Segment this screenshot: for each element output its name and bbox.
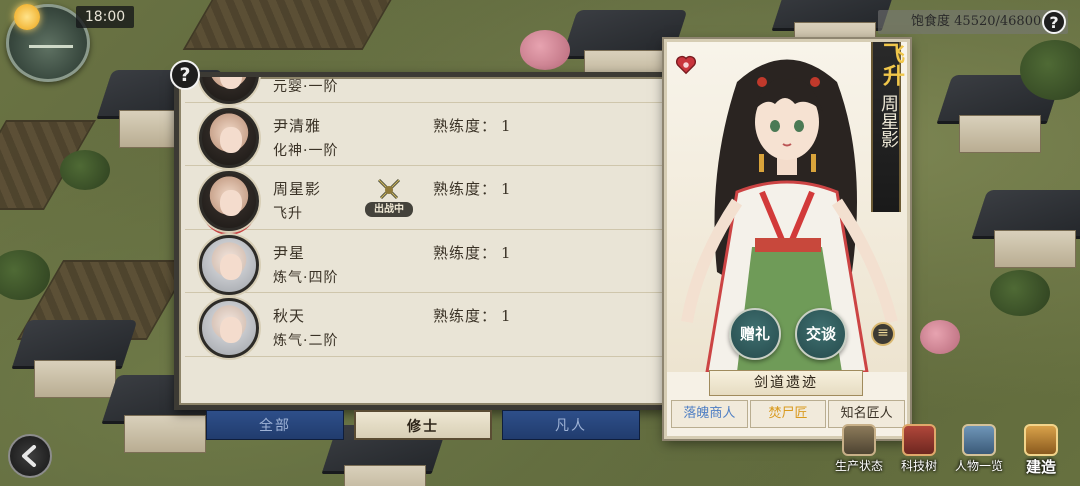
- proficiency: 熟练度： 1: [433, 115, 512, 136]
- in-battle-label: 出战中: [365, 202, 413, 217]
- nav-label: 科技树: [900, 459, 937, 473]
- nav-tech-tree[interactable]: 科技树: [892, 424, 946, 476]
- tree: [60, 150, 110, 190]
- member-row[interactable]: 周星影飞升 出战中 熟练度： 1: [185, 166, 666, 231]
- member-rank: 炼气·二阶: [273, 333, 339, 349]
- member-row[interactable]: 尹星炼气·四阶 熟练度： 1: [185, 230, 666, 295]
- gift-button[interactable]: 赠礼: [729, 308, 781, 360]
- proficiency: 熟练度： 1: [433, 178, 512, 199]
- proficiency: 熟练度： 1: [433, 305, 512, 326]
- tree: [990, 270, 1050, 316]
- dial-needle: [29, 45, 73, 48]
- realm-title: 飞升: [879, 42, 905, 86]
- game-time: 18:00: [76, 6, 134, 28]
- proficiency-label: 熟练度：: [433, 243, 498, 262]
- avatar: [199, 298, 259, 358]
- avatar: [199, 171, 259, 231]
- proficiency-value: 1: [501, 180, 512, 198]
- proficiency-value: 1: [501, 307, 512, 325]
- back-arrow-icon: [22, 445, 36, 467]
- member-row[interactable]: 尹清雅化神·一阶 熟练度： 1: [185, 103, 666, 168]
- member-rank: 化神·一阶: [273, 142, 339, 159]
- village-house: [972, 190, 1080, 270]
- blossom-tree: [920, 320, 960, 354]
- nav-build[interactable]: 建造: [1014, 424, 1068, 476]
- tech-tree-icon: [902, 424, 936, 456]
- nav-label: 建造: [1025, 458, 1056, 476]
- proficiency-value: 1: [501, 116, 512, 135]
- avatar: [199, 107, 259, 168]
- tab-all[interactable]: 全部: [206, 410, 344, 440]
- member-row[interactable]: 尤雨思元婴·一阶熟练度：1: [185, 77, 666, 104]
- member-list: 尤雨思元婴·一阶熟练度：1尹清雅化神·一阶熟练度：1周星影飞升出战中熟练度：1尹…: [185, 77, 666, 358]
- panel-help-icon[interactable]: ?: [170, 60, 200, 90]
- more-menu-icon[interactable]: ≡: [871, 322, 895, 346]
- satiety-bar: 饱食度 45520/46800: [878, 10, 1068, 34]
- back-button[interactable]: [8, 434, 52, 478]
- trait-tag[interactable]: 焚尸匠: [749, 400, 827, 428]
- member-rank: 炼气·四阶: [273, 269, 339, 286]
- avatar: [199, 234, 259, 295]
- proficiency-label: 熟练度：: [433, 180, 498, 198]
- member-rank: 元婴·一阶: [273, 79, 339, 95]
- satiety-value: 45520/46800: [954, 14, 1042, 29]
- nav-characters[interactable]: 人物一览: [952, 424, 1006, 476]
- character-name: 周星影: [878, 94, 899, 148]
- proficiency: 熟练度： 1: [433, 242, 512, 263]
- proficiency-value: 1: [501, 243, 512, 262]
- characters-icon: [962, 424, 996, 456]
- farm-field: [182, 0, 398, 50]
- crossed-swords-icon: [377, 178, 401, 200]
- tree: [0, 250, 50, 300]
- favorite-heart-icon[interactable]: [675, 54, 697, 76]
- help-icon[interactable]: ?: [1042, 10, 1066, 34]
- member-name: 秋天: [273, 307, 306, 325]
- member-name: 周星影: [273, 180, 322, 198]
- proficiency-label: 熟练度：: [433, 307, 498, 325]
- avatar: [199, 77, 259, 104]
- trait-tag[interactable]: 落魄商人: [671, 400, 748, 428]
- nav-label: 人物一览: [954, 459, 1003, 473]
- production-icon: [842, 424, 876, 456]
- build-icon: [1024, 424, 1058, 456]
- relic-button[interactable]: 剑道遗迹: [709, 370, 863, 396]
- member-rank: 飞升: [273, 206, 303, 222]
- blossom-tree: [520, 30, 570, 70]
- talk-button[interactable]: 交谈: [795, 308, 847, 360]
- in-battle-badge: 出战中: [365, 178, 413, 218]
- sun-icon: [14, 4, 40, 30]
- nav-label: 生产状态: [834, 459, 883, 473]
- cultivator-list-panel: 尤雨思元婴·一阶熟练度：1尹清雅化神·一阶熟练度：1周星影飞升出战中熟练度：1尹…: [174, 72, 666, 410]
- member-row[interactable]: 秋天炼气·二阶 熟练度： 1: [185, 293, 666, 358]
- member-name: 尹星: [273, 243, 306, 262]
- tab-mortals[interactable]: 凡人: [502, 410, 640, 440]
- proficiency-label: 熟练度：: [433, 116, 498, 135]
- member-name: 尹清雅: [273, 116, 322, 135]
- tab-cultivators[interactable]: 修士: [354, 410, 492, 440]
- satiety-label: 饱食度: [911, 14, 951, 29]
- nav-production[interactable]: 生产状态: [832, 424, 886, 476]
- character-card: 飞升 周星影 赠礼 交谈 ≡ 剑道遗迹 落魄商人 焚尸匠 知名匠人: [664, 39, 910, 439]
